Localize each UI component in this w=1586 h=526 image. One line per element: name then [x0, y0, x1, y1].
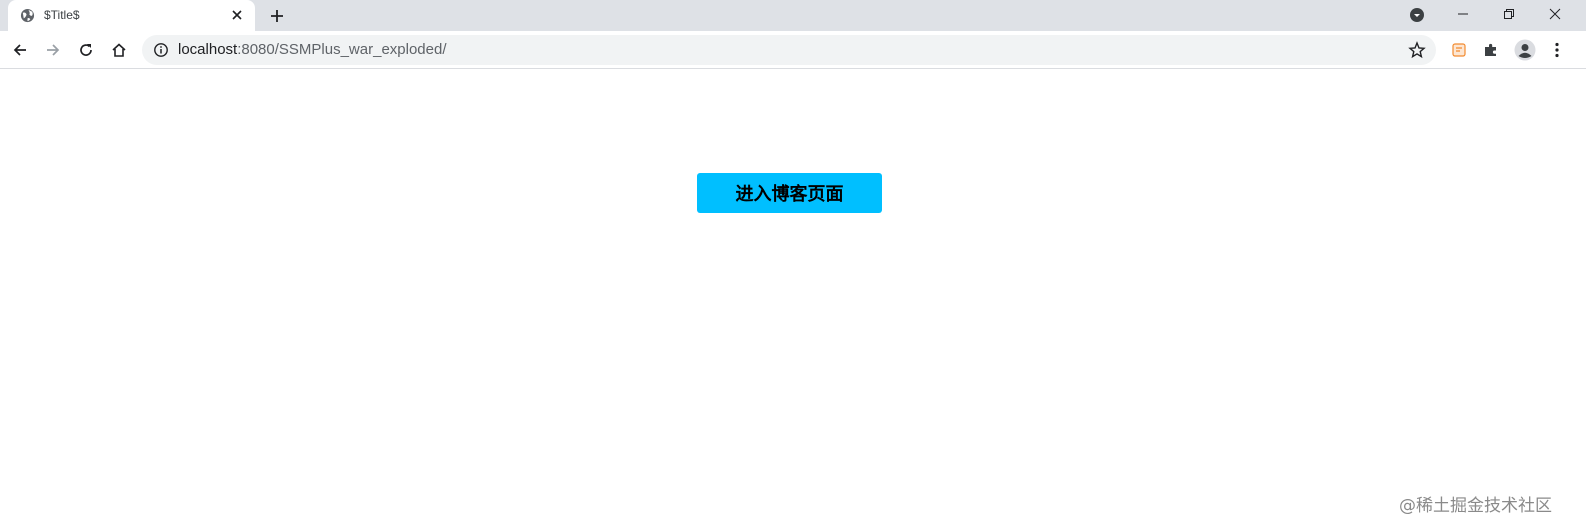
close-icon[interactable] — [229, 7, 245, 23]
back-button[interactable] — [8, 38, 32, 62]
minimize-button[interactable] — [1440, 0, 1486, 28]
forward-button[interactable] — [41, 38, 65, 62]
window-close-button[interactable] — [1532, 0, 1578, 28]
profile-icon[interactable] — [1514, 39, 1536, 61]
restore-icon — [1504, 9, 1514, 19]
globe-icon — [20, 8, 35, 23]
back-arrow-icon — [13, 44, 26, 56]
plus-icon — [271, 10, 283, 22]
enter-blog-button[interactable]: 进入博客页面 — [697, 173, 882, 213]
new-tab-button[interactable] — [267, 6, 287, 26]
address-bar[interactable]: localhost:8080/SSMPlus_war_exploded/ — [142, 35, 1436, 65]
tab-title: $Title$ — [44, 8, 80, 22]
restore-button[interactable] — [1486, 0, 1532, 28]
info-icon[interactable] — [153, 42, 169, 58]
browser-toolbar: localhost:8080/SSMPlus_war_exploded/ — [0, 31, 1586, 69]
star-icon[interactable] — [1408, 41, 1426, 59]
window-close-icon — [1549, 8, 1561, 20]
reload-icon — [80, 44, 92, 56]
forward-arrow-icon — [47, 44, 60, 56]
home-button[interactable] — [107, 38, 131, 62]
tab-strip: $Title$ — [0, 0, 1586, 31]
minimize-icon — [1458, 13, 1468, 15]
page-content: 进入博客页面 @稀土掘金技术社区 — [0, 70, 1586, 526]
tab-search-icon[interactable] — [1409, 7, 1425, 23]
extension-icon[interactable] — [1450, 41, 1468, 59]
url-path: :8080/SSMPlus_war_exploded/ — [237, 41, 447, 58]
kebab-menu-icon[interactable] — [1550, 41, 1564, 59]
reload-button[interactable] — [74, 38, 98, 62]
watermark: @稀土掘金技术社区 — [1399, 496, 1552, 516]
url-host: localhost — [178, 41, 238, 58]
browser-tab[interactable]: $Title$ — [8, 0, 255, 31]
home-icon — [112, 43, 126, 57]
url-text[interactable]: localhost:8080/SSMPlus_war_exploded/ — [178, 42, 447, 58]
puzzle-icon[interactable] — [1482, 41, 1500, 59]
